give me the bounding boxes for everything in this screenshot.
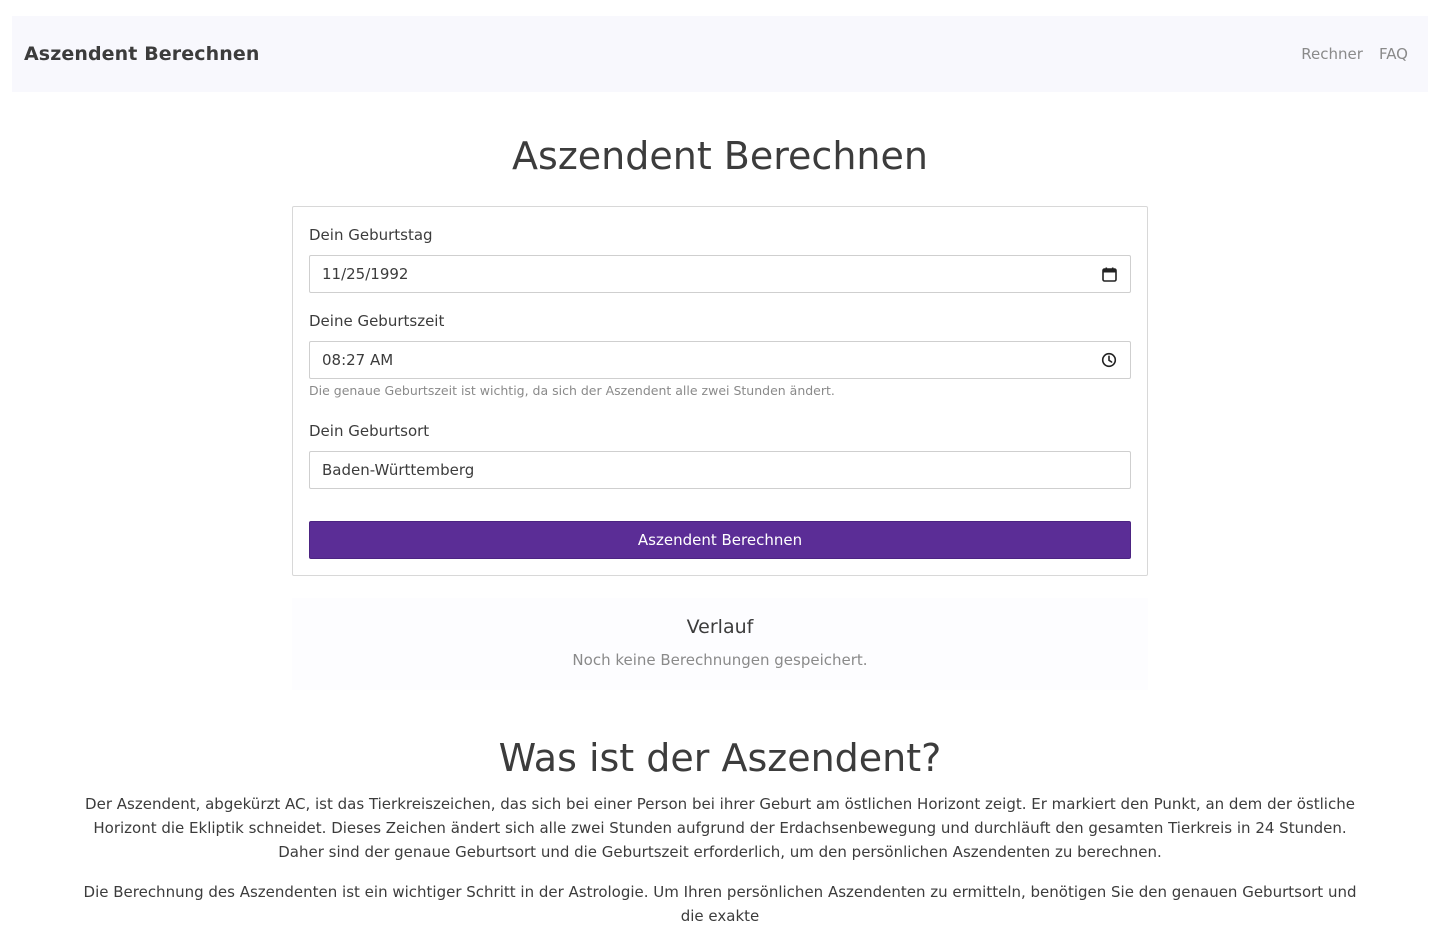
clock-icon[interactable] (1100, 351, 1118, 369)
brand-link[interactable]: Aszendent Berechnen (24, 43, 259, 65)
birthplace-value: Baden-Württemberg (322, 461, 475, 479)
birthplace-label: Dein Geburtsort (309, 422, 430, 440)
info-paragraph-1: Der Aszendent, abgekürzt AC, ist das Tie… (85, 795, 1355, 861)
calculate-button[interactable]: Aszendent Berechnen (309, 521, 1131, 559)
birthtime-label: Deine Geburtszeit (309, 312, 445, 330)
history-title: Verlauf (686, 616, 754, 638)
nav-link-rechner[interactable]: Rechner (1301, 45, 1363, 63)
birthday-input[interactable]: 11/25/1992 (309, 255, 1131, 293)
info-section-title: Was ist der Aszendent? (498, 736, 942, 780)
calendar-icon[interactable] (1100, 265, 1118, 283)
birthday-label: Dein Geburtstag (309, 226, 433, 244)
nav-links: Rechner FAQ (1301, 45, 1408, 63)
birthtime-help-text: Die genaue Geburtszeit ist wichtig, da s… (309, 383, 835, 398)
navbar: Aszendent Berechnen Rechner FAQ (12, 16, 1428, 92)
birthtime-value: 08:27 AM (322, 351, 394, 369)
birthday-value: 11/25/1992 (322, 265, 409, 283)
calculator-form: Dein Geburtstag 11/25/1992 Deine Geburts… (292, 206, 1148, 576)
birthplace-input[interactable]: Baden-Württemberg (309, 451, 1131, 489)
nav-link-faq[interactable]: FAQ (1379, 45, 1408, 63)
birthtime-input[interactable]: 08:27 AM (309, 341, 1131, 379)
history-empty-text: Noch keine Berechnungen gespeichert. (572, 651, 868, 669)
history-panel: Verlauf Noch keine Berechnungen gespeich… (292, 598, 1148, 690)
info-paragraph-2: Die Berechnung des Aszendenten ist ein w… (83, 883, 1357, 925)
page-title: Aszendent Berechnen (512, 134, 928, 178)
